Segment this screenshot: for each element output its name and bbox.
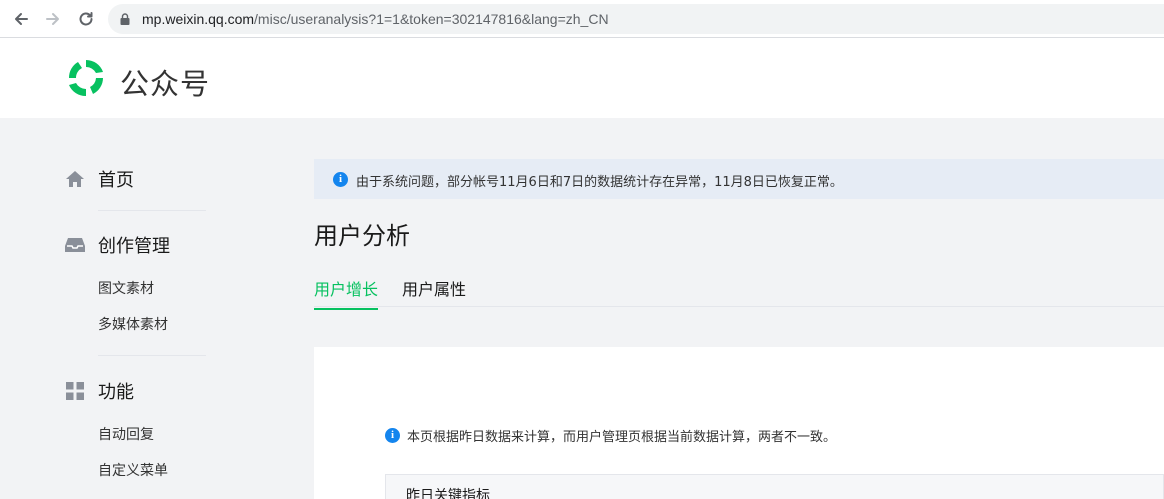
lock-icon (120, 13, 130, 25)
sidebar-item-content-management[interactable]: 创作管理 (64, 232, 170, 258)
wechat-mp-logo-icon[interactable] (64, 56, 108, 100)
sidebar: 首页 创作管理 图文素材 多媒体素材 功能 自动回复 自定义菜单 (0, 118, 260, 499)
home-icon (64, 168, 86, 190)
url-host: mp.weixin.qq.com (142, 11, 255, 27)
info-icon: i (333, 172, 348, 187)
sidebar-item-custom-menu[interactable]: 自定义菜单 (98, 460, 168, 480)
page-title: 用户分析 (314, 222, 410, 250)
browser-toolbar: mp.weixin.qq.com/misc/useranalysis?1=1&t… (0, 0, 1164, 38)
info-icon: i (385, 428, 400, 443)
notice-text: 由于系统问题，部分帐号11月6日和7日的数据统计存在异常，11月8日已恢复正常。 (356, 175, 843, 190)
url-path: /misc/useranalysis?1=1&token=302147816&l… (254, 11, 609, 27)
key-metrics-title: 昨日关键指标 (406, 488, 490, 499)
sidebar-divider (98, 210, 206, 211)
url-text: mp.weixin.qq.com/misc/useranalysis?1=1&t… (142, 10, 609, 28)
tip-text: 本页根据昨日数据来计算，而用户管理页根据当前数据计算，两者不一致。 (407, 430, 837, 445)
grid-icon (64, 380, 86, 402)
sidebar-item-label: 创作管理 (98, 236, 170, 257)
sidebar-item-label: 功能 (98, 382, 134, 403)
sidebar-item-home[interactable]: 首页 (64, 166, 134, 192)
tab-bar: 用户增长 用户属性 (314, 270, 1164, 310)
key-metrics-box: 昨日关键指标 (385, 474, 1164, 499)
back-arrow-icon[interactable] (11, 9, 31, 29)
forward-arrow-icon[interactable] (43, 9, 63, 29)
sidebar-item-features[interactable]: 功能 (64, 378, 134, 404)
tab-user-growth[interactable]: 用户增长 (314, 276, 379, 310)
tab-user-attributes[interactable]: 用户属性 (402, 276, 466, 308)
inbox-icon (64, 234, 86, 256)
sidebar-divider (98, 355, 206, 356)
address-bar[interactable]: mp.weixin.qq.com/misc/useranalysis?1=1&t… (108, 4, 1164, 34)
site-header: 公众号 (0, 38, 1164, 118)
sidebar-item-auto-reply[interactable]: 自动回复 (98, 424, 154, 444)
sidebar-item-label: 首页 (98, 170, 134, 191)
notice-banner: i 由于系统问题，部分帐号11月6日和7日的数据统计存在异常，11月8日已恢复正… (314, 159, 1164, 199)
sidebar-item-graphic-materials[interactable]: 图文素材 (98, 278, 154, 298)
data-tip: i 本页根据昨日数据来计算，而用户管理页根据当前数据计算，两者不一致。 (385, 426, 836, 445)
content-panel: i 本页根据昨日数据来计算，而用户管理页根据当前数据计算，两者不一致。 昨日关键… (314, 347, 1164, 499)
reload-icon[interactable] (76, 9, 96, 29)
sidebar-item-media-materials[interactable]: 多媒体素材 (98, 314, 168, 334)
logo-text: 公众号 (120, 67, 211, 101)
